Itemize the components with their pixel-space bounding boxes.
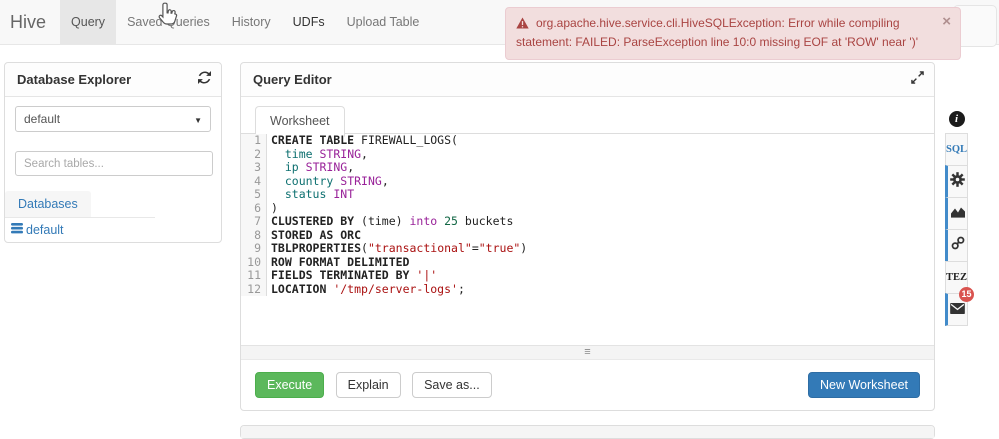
database-select-dropdown[interactable]: default ▼ bbox=[15, 106, 211, 132]
editor-footer: Execute Explain Save as... New Worksheet bbox=[241, 360, 934, 410]
nav-tab-query[interactable]: Query bbox=[60, 0, 116, 44]
error-message: org.apache.hive.service.cli.HiveSQLExcep… bbox=[516, 16, 918, 49]
save-as-button[interactable]: Save as... bbox=[412, 372, 492, 398]
database-explorer-header: Database Explorer bbox=[5, 63, 221, 97]
code-line: 6) bbox=[241, 202, 934, 216]
warning-triangle-icon bbox=[516, 18, 529, 32]
database-tabs: Databases bbox=[5, 191, 155, 218]
explain-button[interactable]: Explain bbox=[336, 372, 401, 398]
database-item-default[interactable]: default bbox=[11, 223, 221, 237]
sql-code-editor[interactable]: 1CREATE TABLE FIREWALL_LOGS(2 time STRIN… bbox=[241, 134, 934, 345]
notification-badge: 15 bbox=[959, 287, 974, 302]
error-alert: org.apache.hive.service.cli.HiveSQLExcep… bbox=[505, 7, 961, 60]
code-line: 8STORED AS ORC bbox=[241, 229, 934, 243]
expand-icon[interactable] bbox=[911, 71, 924, 86]
code-line: 7CLUSTERED BY (time) into 25 buckets bbox=[241, 215, 934, 229]
execute-button[interactable]: Execute bbox=[255, 372, 324, 398]
alert-close-icon[interactable]: × bbox=[942, 14, 951, 29]
code-line: 3 ip STRING, bbox=[241, 161, 934, 175]
tez-label: TEZ bbox=[946, 272, 967, 283]
query-editor-header: Query Editor bbox=[241, 63, 934, 97]
hive-brand[interactable]: Hive bbox=[0, 0, 60, 44]
database-explorer-panel: Database Explorer default ▼ Databases de… bbox=[4, 62, 222, 243]
worksheet-tabbar: Worksheet bbox=[241, 105, 934, 134]
nav-tab-udfs[interactable]: UDFs bbox=[282, 0, 336, 44]
area-chart-icon bbox=[950, 205, 966, 223]
database-explorer-title: Database Explorer bbox=[17, 72, 131, 87]
code-line: 4 country STRING, bbox=[241, 175, 934, 189]
code-line: 11FIELDS TERMINATED BY '|' bbox=[241, 269, 934, 283]
right-function-dock: i SQL bbox=[945, 103, 968, 326]
sql-label: SQL bbox=[946, 144, 967, 155]
query-editor-title: Query Editor bbox=[253, 72, 332, 87]
search-tables-input[interactable] bbox=[15, 151, 213, 176]
query-editor-panel: Query Editor Worksheet 1CREATE TABLE FIR… bbox=[240, 62, 935, 411]
database-stack-icon bbox=[11, 223, 23, 237]
messages-dock-button[interactable]: 15 bbox=[945, 293, 968, 326]
code-line: 1CREATE TABLE FIREWALL_LOGS( bbox=[241, 134, 934, 148]
code-line: 10ROW FORMAT DELIMITED bbox=[241, 256, 934, 270]
nav-tab-saved-queries[interactable]: Saved Queries bbox=[116, 0, 221, 44]
nav-tab-upload-table[interactable]: Upload Table bbox=[336, 0, 431, 44]
database-item-label: default bbox=[26, 223, 64, 237]
envelope-icon bbox=[950, 301, 965, 319]
tab-databases[interactable]: Databases bbox=[5, 191, 91, 217]
results-panel-header bbox=[241, 426, 934, 438]
code-line: 9TBLPROPERTIES("transactional"="true") bbox=[241, 242, 934, 256]
code-line: 2 time STRING, bbox=[241, 148, 934, 162]
gear-icon bbox=[950, 172, 965, 192]
tab-worksheet[interactable]: Worksheet bbox=[255, 106, 345, 137]
visualization-dock-button[interactable] bbox=[945, 197, 968, 230]
link-dock-button[interactable] bbox=[945, 229, 968, 262]
code-line: 12LOCATION '/tmp/server-logs'; bbox=[241, 283, 934, 297]
database-select-value: default bbox=[24, 112, 60, 126]
chevron-down-icon: ▼ bbox=[194, 116, 202, 125]
info-dock-button[interactable]: i bbox=[945, 103, 968, 134]
results-panel-edge bbox=[240, 425, 935, 439]
code-line: 5 status INT bbox=[241, 188, 934, 202]
sql-dock-button[interactable]: SQL bbox=[945, 133, 968, 166]
new-worksheet-button[interactable]: New Worksheet bbox=[808, 372, 920, 398]
link-chain-icon bbox=[951, 236, 965, 255]
refresh-icon[interactable] bbox=[198, 71, 211, 86]
settings-dock-button[interactable] bbox=[945, 165, 968, 198]
nav-tab-history[interactable]: History bbox=[221, 0, 282, 44]
navbar-tabs: Query Saved Queries History UDFs Upload … bbox=[60, 0, 430, 44]
info-icon: i bbox=[949, 111, 965, 127]
editor-resize-handle[interactable]: ≡ bbox=[241, 345, 934, 360]
